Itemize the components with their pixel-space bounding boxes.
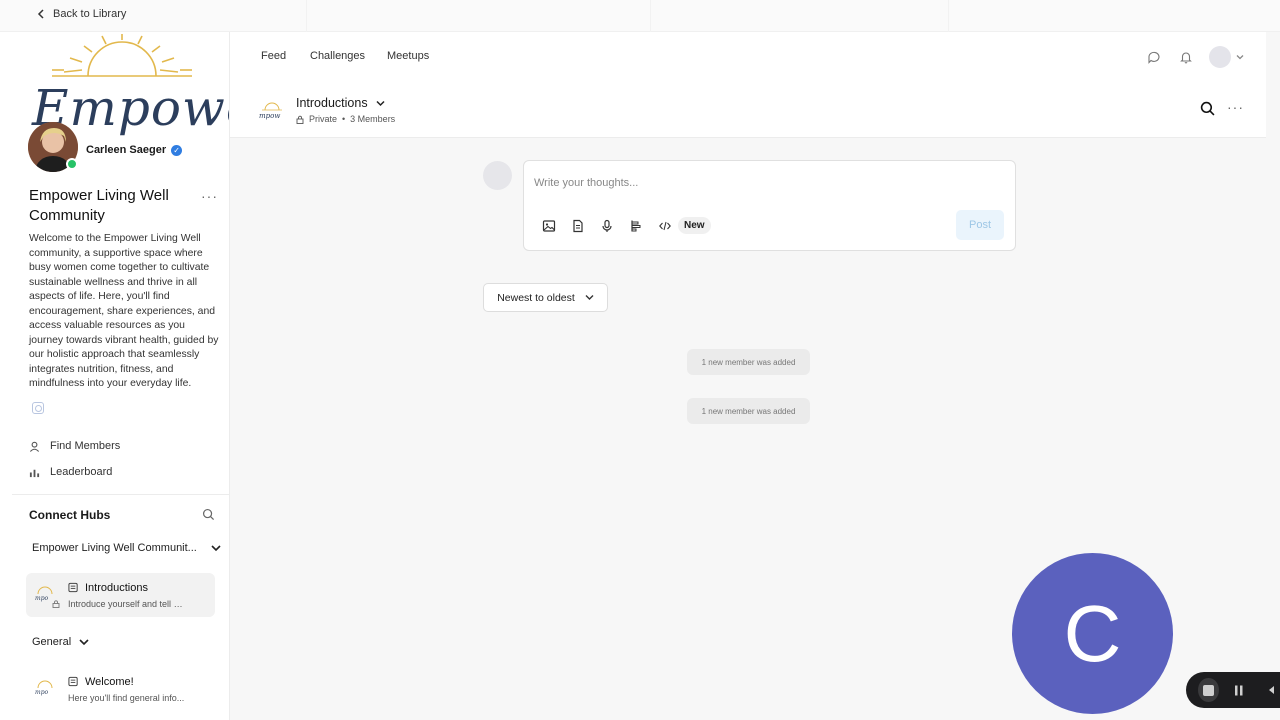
lock-icon <box>52 600 60 608</box>
code-embed-icon[interactable] <box>658 219 672 233</box>
space-header-logo: mpow <box>258 98 286 124</box>
find-members-link[interactable]: Find Members <box>29 440 120 452</box>
find-members-label: Find Members <box>50 440 121 452</box>
rewind-recording-button[interactable] <box>1259 678 1280 702</box>
feed-icon <box>68 582 78 593</box>
sidebar: Empower Carleen Saeger ✓ Empower Living … <box>12 32 230 720</box>
sidebar-divider <box>12 494 229 495</box>
verified-check-icon: ✓ <box>171 144 183 156</box>
member-count[interactable]: 3 Members <box>350 114 395 124</box>
online-status-dot <box>66 158 78 170</box>
space-thumbnail: mpo <box>32 676 58 702</box>
svg-text:mpo: mpo <box>35 595 49 602</box>
space-more-options-icon[interactable]: ··· <box>1227 99 1244 115</box>
person-icon <box>29 441 40 452</box>
composer-toolbar: New <box>542 217 711 234</box>
hub-group-empower[interactable]: Empower Living Well Communit... <box>32 542 221 554</box>
composer-avatar <box>483 161 512 190</box>
owner[interactable]: Carleen Saeger ✓ <box>86 144 183 156</box>
post-input[interactable] <box>534 177 954 189</box>
microphone-icon[interactable] <box>600 219 614 233</box>
top-bar-divider <box>306 0 307 32</box>
rewind-icon <box>1268 686 1274 694</box>
top-bar <box>0 0 1280 32</box>
search-icon[interactable] <box>1200 101 1215 116</box>
new-feature-badge: New <box>678 217 711 234</box>
mini-logo-icon: mpow <box>259 102 282 120</box>
space-item-introductions[interactable]: mpo Introductions Introduce yourself and… <box>26 573 215 617</box>
community-description: Welcome to the Empower Living Well commu… <box>29 233 219 389</box>
document-icon[interactable] <box>571 219 585 233</box>
post-button[interactable]: Post <box>956 210 1004 240</box>
feed-icon <box>68 676 78 687</box>
bar-chart-icon <box>29 469 40 477</box>
mini-logo-icon: mpo <box>35 680 53 696</box>
pause-icon <box>1235 685 1243 695</box>
chat-icon[interactable] <box>1147 50 1161 64</box>
back-label: Back to Library <box>53 8 127 20</box>
chevron-down-icon <box>376 100 385 106</box>
back-to-library-link[interactable]: Back to Library <box>37 8 126 20</box>
hub-group-label: General <box>32 636 72 648</box>
space-thumbnail: mpo <box>32 582 60 608</box>
meta-separator-dot: • <box>342 114 346 124</box>
tab-meetups[interactable]: Meetups <box>387 50 429 62</box>
space-name: Introductions <box>85 581 148 594</box>
tab-challenges[interactable]: Challenges <box>310 50 365 62</box>
search-hubs-icon[interactable] <box>202 508 215 521</box>
sort-dropdown[interactable]: Newest to oldest <box>483 283 608 312</box>
space-subtitle: Here you'll find general info... <box>68 692 185 703</box>
space-subtitle: Introduce yourself and tell u... <box>68 598 186 609</box>
instagram-icon[interactable] <box>32 402 44 414</box>
svg-text:mpow: mpow <box>259 112 280 120</box>
hub-group-general[interactable]: General <box>32 636 89 648</box>
chevron-left-icon <box>37 9 44 19</box>
chevron-down-icon[interactable] <box>1236 54 1244 60</box>
space-meta: Private • 3 Members <box>296 114 395 124</box>
chevron-down-icon <box>585 295 594 300</box>
bell-icon[interactable] <box>1179 50 1193 64</box>
pause-recording-button[interactable] <box>1229 678 1250 702</box>
stop-recording-button[interactable] <box>1198 678 1219 702</box>
recording-controls <box>1186 672 1280 708</box>
lock-icon <box>296 115 304 124</box>
activity-notice: 1 new member was added <box>687 398 810 424</box>
tab-feed[interactable]: Feed <box>261 50 286 62</box>
stop-icon <box>1202 684 1214 696</box>
space-name: Welcome! <box>85 675 134 688</box>
user-avatar[interactable] <box>1209 46 1231 68</box>
post-composer: New Post <box>523 160 1016 251</box>
community-more-options-icon[interactable]: ··· <box>201 188 218 204</box>
poll-icon[interactable] <box>629 219 643 233</box>
top-bar-divider <box>650 0 651 32</box>
community-title: Empower Living Well Community <box>29 187 169 224</box>
webcam-avatar-overlay: C <box>1012 553 1173 714</box>
owner-name: Carleen Saeger <box>86 144 167 156</box>
image-icon[interactable] <box>542 219 556 233</box>
space-item-welcome[interactable]: mpo Welcome! Here you'll find general in… <box>26 667 215 711</box>
leaderboard-link[interactable]: Leaderboard <box>29 466 112 478</box>
connect-hubs-title: Connect Hubs <box>29 508 111 522</box>
top-bar-divider <box>948 0 949 32</box>
svg-text:mpo: mpo <box>35 689 49 696</box>
privacy-label: Private <box>309 114 338 124</box>
space-title[interactable]: Introductions <box>296 96 385 110</box>
activity-notice: 1 new member was added <box>687 349 810 375</box>
sort-label: Newest to oldest <box>497 291 575 304</box>
space-title-text: Introductions <box>296 96 368 110</box>
chevron-down-icon <box>211 545 221 552</box>
leaderboard-label: Leaderboard <box>50 466 113 478</box>
chevron-down-icon <box>79 639 89 646</box>
hub-group-label: Empower Living Well Communit... <box>32 542 197 554</box>
